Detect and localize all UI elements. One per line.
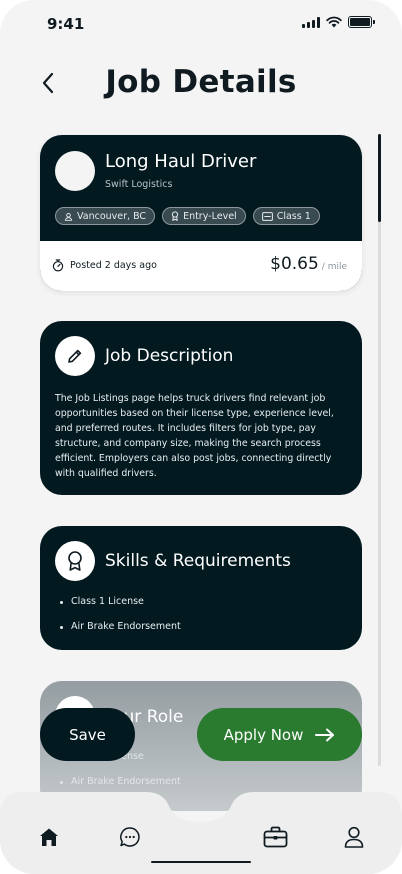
tag-license-label: Class 1 <box>276 210 311 222</box>
status-time: 9:41 <box>47 15 85 33</box>
tag-experience-label: Entry-Level <box>183 210 237 222</box>
arrow-right-icon <box>315 728 335 741</box>
description-text: The Job Listings page helps truck driver… <box>55 393 334 479</box>
description-heading: Job Description <box>105 346 234 366</box>
pay-rate-unit: / mile <box>321 262 347 272</box>
pay-rate-value: $0.65 <box>270 254 319 274</box>
home-icon <box>40 828 58 846</box>
company-logo <box>55 151 95 191</box>
bottom-navigation <box>0 790 402 874</box>
active-tab-indicator <box>151 861 251 863</box>
skills-requirements-card: Skills & Requirements Class 1 License Ai… <box>40 526 362 650</box>
award-ribbon-icon <box>68 551 82 571</box>
save-button[interactable]: Save <box>40 708 135 761</box>
tag-license: Class 1 <box>252 207 320 225</box>
briefcase-icon <box>263 826 287 848</box>
job-summary-card[interactable]: Long Haul Driver Swift Logistics Vancouv… <box>40 135 362 291</box>
job-description-card: Job Description The Job Listings page he… <box>40 321 362 495</box>
cellular-signal-icon <box>302 16 320 28</box>
list-item: Air Brake Endorsement <box>60 621 181 646</box>
tag-location: Vancouver, BC <box>55 207 156 225</box>
page-title: Job Details <box>105 64 297 100</box>
tag-experience: Entry-Level <box>162 207 246 225</box>
chat-icon <box>120 827 140 847</box>
nav-messages[interactable] <box>116 823 144 851</box>
pay-rate: $0.65 / mile <box>270 254 347 274</box>
nav-jobs[interactable] <box>261 823 289 851</box>
wifi-icon <box>326 16 342 28</box>
job-tags: Vancouver, BC Entry-Level Class 1 <box>55 207 320 225</box>
stopwatch-icon <box>52 259 64 272</box>
posted-label: Posted 2 days ago <box>70 260 157 271</box>
job-title: Long Haul Driver <box>105 151 257 172</box>
pencil-icon <box>68 349 82 363</box>
skills-list: Class 1 License Air Brake Endorsement <box>60 596 181 646</box>
location-pin-icon <box>64 212 73 221</box>
battery-icon <box>348 16 375 28</box>
profile-icon <box>344 826 364 848</box>
apply-now-label: Apply Now <box>223 725 304 744</box>
skills-heading: Skills & Requirements <box>105 551 291 571</box>
nav-profile[interactable] <box>340 823 368 851</box>
description-icon-circle <box>55 336 95 376</box>
skills-icon-circle <box>55 541 95 581</box>
status-icons <box>302 16 375 28</box>
scrollbar-thumb[interactable] <box>378 134 381 222</box>
license-card-icon <box>261 211 273 221</box>
list-item: Class 1 License <box>60 596 181 621</box>
company-name: Swift Logistics <box>105 179 173 190</box>
posted-date: Posted 2 days ago <box>52 259 157 272</box>
scrollbar[interactable] <box>378 134 381 766</box>
job-card-footer: Posted 2 days ago $0.65 / mile <box>40 241 362 291</box>
tag-location-label: Vancouver, BC <box>77 210 147 222</box>
phone-screen: 9:41 Job Details Long Haul Driver Swift … <box>0 0 402 874</box>
badge-icon <box>171 211 179 221</box>
nav-home[interactable] <box>35 823 63 851</box>
apply-now-button[interactable]: Apply Now <box>197 708 362 761</box>
